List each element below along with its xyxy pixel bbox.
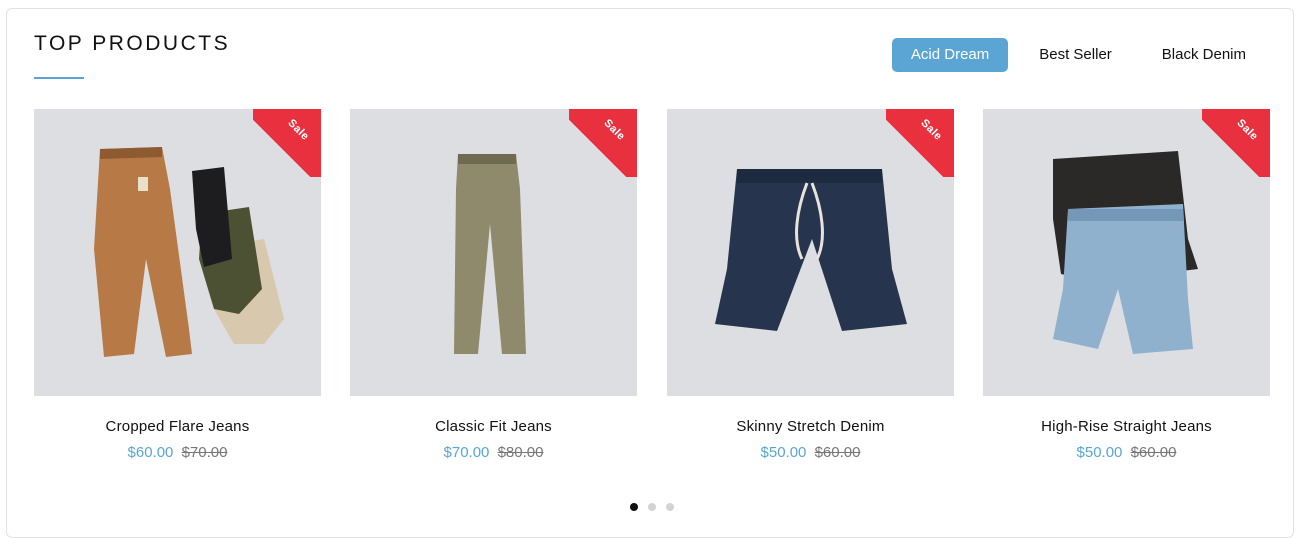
price-original: $80.00 bbox=[497, 444, 544, 461]
product-prices: $70.00 $80.00 bbox=[350, 444, 637, 461]
carousel-dot-3[interactable] bbox=[666, 503, 674, 511]
product-prices: $50.00 $60.00 bbox=[983, 444, 1270, 461]
product-name[interactable]: High-Rise Straight Jeans bbox=[983, 418, 1270, 435]
price-current: $50.00 bbox=[760, 444, 807, 461]
product-card[interactable]: Sale Cropped Flare Jeans $60.00 $70.00 bbox=[34, 109, 321, 461]
product-name[interactable]: Cropped Flare Jeans bbox=[34, 418, 321, 435]
product-card[interactable]: Sale High-Rise Straight Jeans $50.00 $60… bbox=[983, 109, 1270, 461]
price-original: $70.00 bbox=[181, 444, 228, 461]
title-underline bbox=[34, 77, 84, 79]
sale-badge: Sale bbox=[569, 109, 637, 177]
price-original: $60.00 bbox=[1130, 444, 1177, 461]
product-image[interactable]: Sale bbox=[350, 109, 637, 396]
carousel-dot-2[interactable] bbox=[648, 503, 656, 511]
carousel-dot-1[interactable] bbox=[630, 503, 638, 511]
product-name[interactable]: Classic Fit Jeans bbox=[350, 418, 637, 435]
product-card[interactable]: Sale Skinny Stretch Denim $50.00 $60.00 bbox=[667, 109, 954, 461]
tab-acid-dream[interactable]: Acid Dream bbox=[891, 38, 1009, 72]
sale-badge: Sale bbox=[1202, 109, 1270, 177]
carousel-dots bbox=[630, 503, 684, 511]
sale-badge: Sale bbox=[253, 109, 321, 177]
product-tabs: Acid Dream Best Seller Black Denim bbox=[884, 38, 1265, 72]
product-prices: $60.00 $70.00 bbox=[34, 444, 321, 461]
price-original: $60.00 bbox=[814, 444, 861, 461]
price-current: $70.00 bbox=[443, 444, 490, 461]
section-title: TOP PRODUCTS bbox=[34, 32, 231, 55]
product-card[interactable]: Sale Classic Fit Jeans $70.00 $80.00 bbox=[350, 109, 637, 461]
product-name[interactable]: Skinny Stretch Denim bbox=[667, 418, 954, 435]
product-image[interactable]: Sale bbox=[34, 109, 321, 396]
tab-best-seller[interactable]: Best Seller bbox=[1020, 38, 1131, 72]
price-current: $50.00 bbox=[1076, 444, 1123, 461]
product-image[interactable]: Sale bbox=[983, 109, 1270, 396]
sale-badge: Sale bbox=[886, 109, 954, 177]
product-image[interactable]: Sale bbox=[667, 109, 954, 396]
product-prices: $50.00 $60.00 bbox=[667, 444, 954, 461]
price-current: $60.00 bbox=[127, 444, 174, 461]
tab-black-denim[interactable]: Black Denim bbox=[1143, 38, 1265, 72]
